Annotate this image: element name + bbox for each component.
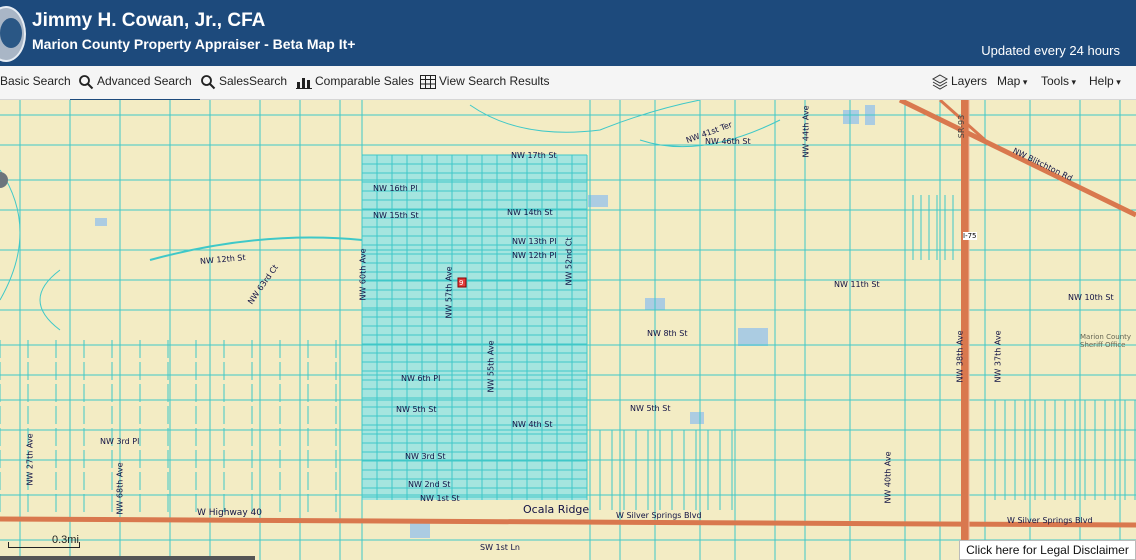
layers-icon (931, 74, 949, 90)
layers-button[interactable]: Layers (931, 66, 988, 99)
tools-menu[interactable]: Tools (1041, 66, 1076, 99)
app-header: Jimmy H. Cowan, Jr., CFA Marion County P… (0, 0, 1136, 66)
map-menu[interactable]: Map (997, 66, 1027, 99)
app-subtitle: Marion County Property Appraiser - Beta … (32, 36, 356, 52)
help-menu-label: Help (1089, 74, 1114, 88)
update-frequency-note: Updated every 24 hours (981, 43, 1120, 58)
magnifier-icon (79, 74, 94, 90)
map-menu-label: Map (997, 74, 1021, 88)
advanced-search-label: Advanced Search (97, 74, 192, 88)
main-toolbar: Basic Search Advanced Search SalesSearch… (0, 66, 1136, 101)
tools-menu-label: Tools (1041, 74, 1070, 88)
legal-disclaimer-link[interactable]: Click here for Legal Disclaimer (959, 540, 1136, 560)
map-attribution-bar (0, 556, 255, 560)
comparable-sales-label: Comparable Sales (315, 74, 414, 88)
layers-label: Layers (951, 74, 988, 88)
table-grid-icon (420, 74, 436, 89)
basic-search-button[interactable]: Basic Search (0, 66, 71, 99)
sales-search-button[interactable]: SalesSearch (200, 66, 287, 99)
bar-chart-icon (296, 77, 312, 89)
scale-label: 0.3mi (52, 534, 79, 546)
help-menu[interactable]: Help (1089, 66, 1121, 99)
magnifier-icon (201, 74, 216, 90)
appraiser-name-title: Jimmy H. Cowan, Jr., CFA (32, 10, 266, 31)
view-search-results-button[interactable]: View Search Results (420, 66, 550, 99)
county-seal-logo (0, 6, 26, 62)
parcel-map-canvas[interactable]: W Highway 40 Ocala Ridge W Silver Spring… (0, 100, 1136, 560)
selected-parcel-marker[interactable] (457, 277, 467, 288)
parcel-map-svg (0, 100, 1136, 560)
basic-search-label: Basic Search (0, 74, 71, 88)
sales-search-label: SalesSearch (219, 74, 288, 88)
comparable-sales-button[interactable]: Comparable Sales (296, 66, 414, 99)
view-search-results-label: View Search Results (439, 74, 550, 88)
advanced-search-button[interactable]: Advanced Search (70, 66, 200, 101)
